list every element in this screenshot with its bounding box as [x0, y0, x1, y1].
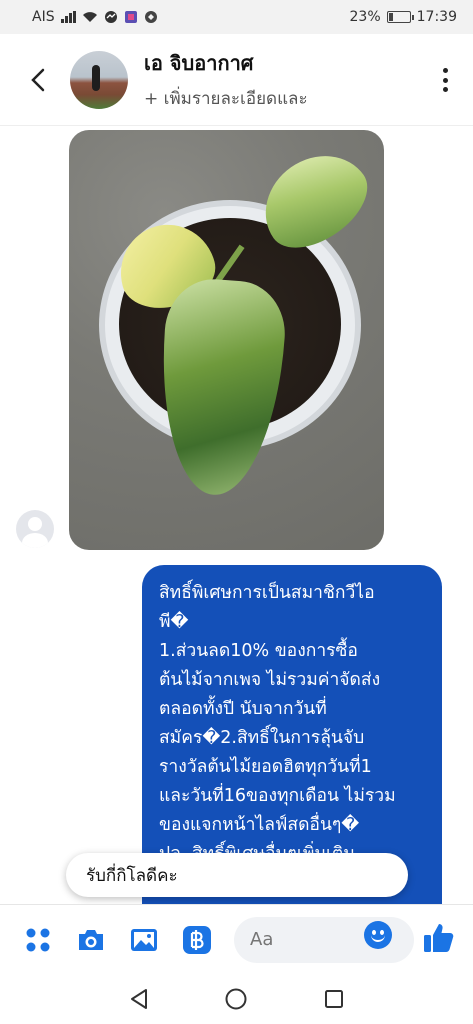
- vpn-icon: [144, 11, 157, 23]
- message-text: สิทธิ์พิเศษการเป็นสมาชิกวีไอ พี� 1.ส่วนล…: [159, 583, 396, 864]
- like-button[interactable]: [422, 921, 456, 955]
- more-dot: [442, 77, 448, 83]
- chat-thread[interactable]: สิทธิ์พิเศษการเป็นสมาชิกวีไอ พี� 1.ส่วนล…: [0, 126, 473, 904]
- quick-reply-label: รับกี่กิโลดีคะ: [86, 865, 178, 886]
- message-composer: [0, 904, 473, 974]
- plant-photo[interactable]: [69, 130, 384, 550]
- clock: 17:39: [416, 9, 457, 25]
- pay-button[interactable]: [181, 924, 213, 956]
- gallery-button[interactable]: [128, 924, 160, 956]
- thumbs-up-icon: [424, 924, 454, 952]
- sender-avatar[interactable]: [16, 510, 54, 548]
- status-bar: AIS 23% 17:39: [0, 0, 473, 34]
- image-icon: [131, 928, 157, 951]
- chevron-left-icon: [31, 68, 45, 91]
- circle-home-icon: [225, 988, 247, 1010]
- contact-name: เอ จิบอากาศ: [144, 51, 254, 75]
- more-dot: [442, 87, 448, 92]
- smiley-icon: [371, 934, 385, 942]
- battery-icon: [386, 11, 414, 23]
- nav-back-button[interactable]: [119, 979, 159, 1019]
- app-notification-icon: [124, 11, 137, 23]
- plant-leaf-main: [153, 276, 289, 499]
- status-left: AIS: [32, 9, 158, 25]
- square-recents-icon: [325, 990, 344, 1008]
- conversation-header: เอ จิบอากาศ + เพิ่มรายละเอียดและ: [0, 34, 473, 126]
- emoji-button[interactable]: [364, 921, 392, 949]
- system-nav-bar: [0, 974, 473, 1024]
- status-right: 23% 17:39: [350, 9, 457, 25]
- more-options-button[interactable]: [435, 64, 455, 96]
- camera-button[interactable]: [75, 924, 107, 956]
- contact-subtitle: + เพิ่มรายละเอียดและ: [144, 89, 308, 109]
- baht-icon: [183, 925, 211, 954]
- more-dot: [442, 68, 448, 73]
- battery-percent: 23%: [349, 9, 381, 25]
- quick-reply-chip[interactable]: รับกี่กิโลดีคะ: [66, 853, 408, 897]
- back-button[interactable]: [10, 52, 66, 108]
- grid-dots-icon: [26, 928, 50, 951]
- triangle-back-icon: [130, 989, 147, 1009]
- camera-icon: [79, 929, 103, 950]
- contact-avatar[interactable]: [70, 50, 128, 109]
- nav-home-button[interactable]: [216, 979, 256, 1019]
- carrier-label: AIS: [32, 9, 55, 25]
- runner-figure: [92, 64, 100, 91]
- battery-fill: [388, 13, 393, 21]
- menu-button[interactable]: [22, 924, 54, 956]
- signal-icon: [60, 11, 76, 23]
- nav-recents-button[interactable]: [314, 979, 354, 1019]
- contact-info[interactable]: เอ จิบอากาศ + เพิ่มรายละเอียดและ: [144, 47, 308, 112]
- wifi-icon: [82, 12, 97, 22]
- messenger-notification-icon: [104, 11, 117, 23]
